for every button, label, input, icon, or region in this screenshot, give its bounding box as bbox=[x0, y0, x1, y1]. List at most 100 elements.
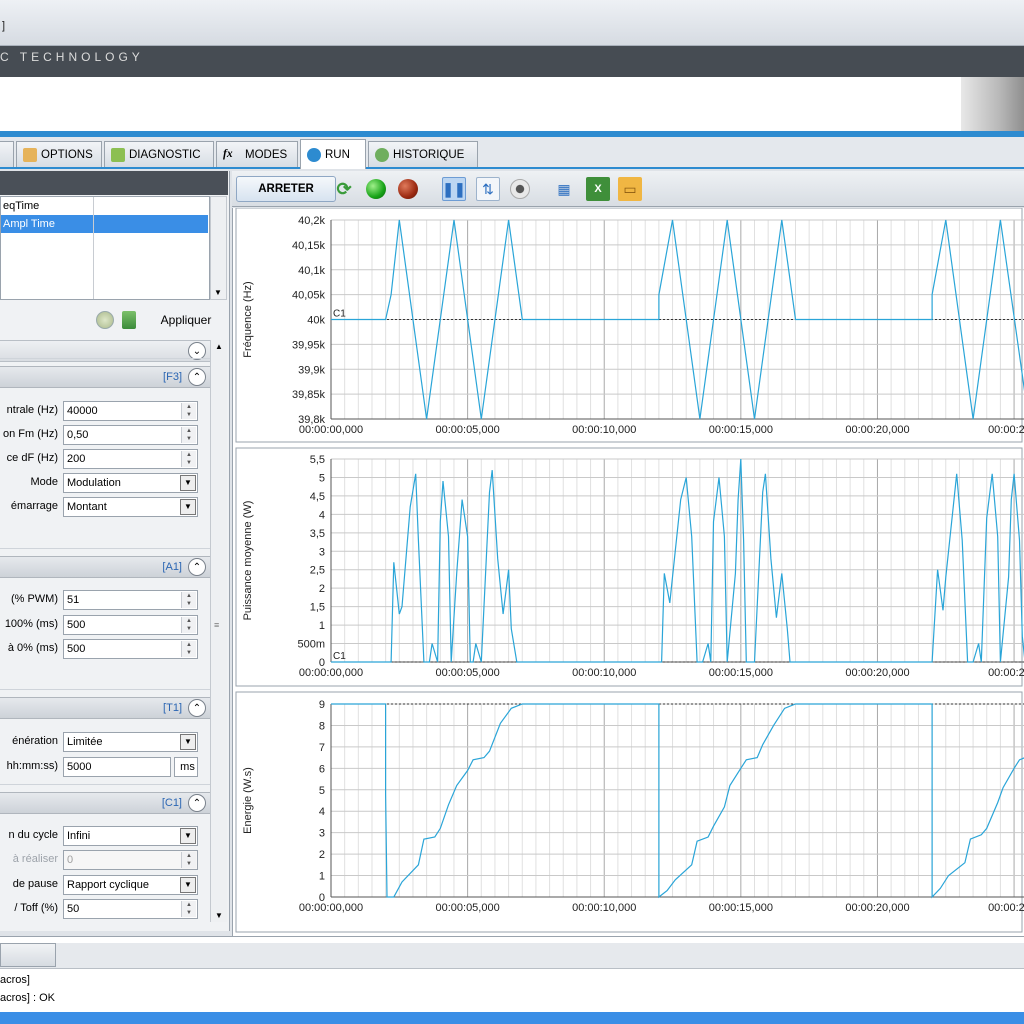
field-select[interactable]: Limitée ▼ bbox=[63, 732, 198, 752]
y-tick-label: 40,05k bbox=[292, 290, 326, 302]
collapse-icon[interactable]: ⌃ bbox=[188, 558, 206, 576]
log-tabbar bbox=[0, 943, 1024, 969]
chevron-down-icon[interactable]: ▼ bbox=[180, 475, 196, 491]
scroll-up-icon[interactable]: ▲ bbox=[215, 342, 223, 351]
field-label: émarrage bbox=[10, 500, 58, 512]
settings-scrollbar[interactable]: ▲ ≡ ▼ bbox=[210, 340, 227, 922]
list-item[interactable]: eqTime bbox=[1, 197, 208, 215]
record-icon[interactable] bbox=[508, 177, 532, 201]
sync-icon[interactable]: ⇅ bbox=[476, 177, 500, 201]
y-tick-label: 5,5 bbox=[310, 454, 325, 466]
chevron-down-icon[interactable]: ▼ bbox=[180, 499, 196, 515]
spinner-icon[interactable]: ▲ ▼ bbox=[181, 451, 196, 467]
chart-frame bbox=[235, 691, 1023, 933]
chevron-down-icon[interactable]: ▼ bbox=[180, 734, 196, 750]
field-input[interactable]: 51 ▲ ▼ bbox=[63, 590, 198, 610]
field-label: à 0% (ms) bbox=[7, 642, 58, 654]
reset-icon[interactable] bbox=[96, 311, 114, 329]
field-value: Limitée bbox=[67, 736, 103, 748]
field-input[interactable]: 40000 ▲ ▼ bbox=[63, 401, 198, 421]
settings-group-header: [C1] ⌃ bbox=[0, 792, 210, 814]
field-value: 500 bbox=[67, 643, 86, 655]
chevron-down-icon[interactable]: ▼ bbox=[180, 877, 196, 893]
history-icon bbox=[375, 147, 389, 162]
power-icon bbox=[307, 147, 321, 162]
y-tick-label: 5 bbox=[319, 785, 325, 797]
y-tick-label: 4 bbox=[319, 806, 325, 818]
spinner-icon[interactable]: ▲ ▼ bbox=[181, 852, 196, 868]
spinner-icon[interactable]: ▲ ▼ bbox=[181, 427, 196, 443]
excel-icon[interactable]: X bbox=[586, 177, 610, 201]
field-select[interactable]: Infini ▼ bbox=[63, 826, 198, 846]
tab-options[interactable]: OPTIONS bbox=[16, 141, 102, 167]
collapse-icon[interactable]: ⌃ bbox=[188, 794, 206, 812]
y-tick-label: 500m bbox=[297, 639, 325, 651]
banner-image bbox=[961, 77, 1024, 131]
field-input[interactable]: 50 ▲ ▼ bbox=[63, 899, 198, 919]
tab-diagnostic[interactable]: DIAGNOSTIC bbox=[104, 141, 214, 167]
field-select[interactable]: Modulation ▼ bbox=[63, 473, 198, 493]
folder-icon[interactable]: ▭ bbox=[618, 177, 642, 201]
field-value: 0 bbox=[67, 854, 74, 866]
group-separator bbox=[0, 784, 210, 785]
field-input[interactable]: 5000 bbox=[63, 757, 171, 777]
status-bar bbox=[0, 1012, 1024, 1024]
collapse-icon[interactable]: ⌃ bbox=[188, 368, 206, 386]
spinner-icon[interactable]: ▲ ▼ bbox=[181, 617, 196, 633]
tab-first[interactable] bbox=[0, 141, 14, 167]
field-label: à réaliser bbox=[12, 853, 58, 865]
chevron-down-icon[interactable]: ▼ bbox=[180, 828, 196, 844]
download-icon[interactable] bbox=[122, 311, 136, 329]
charts-area: 39,8k 39,85k 39,9k 39,95k 40k 40,05k 40,1k 40,1… bbox=[232, 207, 1024, 936]
field-value: Rapport cyclique bbox=[67, 879, 149, 891]
log-line: acros] : OK bbox=[0, 992, 56, 1004]
diagnostic-icon bbox=[111, 147, 125, 162]
refresh-icon[interactable]: ⟳ bbox=[332, 177, 356, 201]
y-tick-label: 40k bbox=[307, 315, 325, 327]
tab-run[interactable]: RUN bbox=[300, 139, 366, 169]
field-input[interactable]: 500 ▲ ▼ bbox=[63, 639, 198, 659]
spinner-icon[interactable]: ▲ ▼ bbox=[181, 403, 196, 419]
field-input: 0 ▲ ▼ bbox=[63, 850, 198, 870]
spinner-icon[interactable]: ▲ ▼ bbox=[181, 901, 196, 917]
scroll-down-icon[interactable]: ▼ bbox=[214, 288, 222, 297]
y-tick-label: 40,2k bbox=[298, 215, 325, 227]
green-led-icon[interactable] bbox=[364, 177, 388, 201]
export-icon[interactable]: ▦ bbox=[552, 177, 576, 201]
field-value: 0,50 bbox=[67, 429, 89, 441]
scroll-grip-icon[interactable]: ≡ bbox=[214, 620, 219, 630]
field-input[interactable]: 0,50 ▲ ▼ bbox=[63, 425, 198, 445]
scroll-down-icon[interactable]: ▼ bbox=[215, 911, 223, 920]
tab-modes[interactable]: fx MODES bbox=[216, 141, 298, 167]
list-column-divider bbox=[93, 197, 94, 299]
settings-group-header: [A1] ⌃ bbox=[0, 556, 210, 578]
field-label: Mode bbox=[30, 476, 58, 488]
field-label: 100% (ms) bbox=[4, 618, 58, 630]
tab-historique[interactable]: HISTORIQUE bbox=[368, 141, 478, 167]
apply-button[interactable]: Appliquer bbox=[150, 310, 222, 330]
field-input[interactable]: 200 ▲ ▼ bbox=[63, 449, 198, 469]
list-scrollbar[interactable]: ▼ bbox=[210, 196, 227, 300]
collapse-icon[interactable]: ⌃ bbox=[188, 699, 206, 717]
y-tick-label: 3 bbox=[319, 546, 325, 558]
log-tab[interactable] bbox=[0, 943, 56, 967]
y-tick-label: 5 bbox=[319, 472, 325, 484]
stop-button[interactable]: ARRETER bbox=[236, 176, 336, 202]
field-value: 50 bbox=[67, 903, 80, 915]
field-input[interactable]: 500 ▲ ▼ bbox=[63, 615, 198, 635]
y-tick-label: 4,5 bbox=[310, 491, 325, 503]
y-axis-label: Energie (W.s) bbox=[242, 767, 254, 834]
field-select[interactable]: Montant ▼ bbox=[63, 497, 198, 517]
field-value: 500 bbox=[67, 619, 86, 631]
red-led-icon[interactable] bbox=[396, 177, 420, 201]
sequence-list[interactable]: eqTime Ampl Time bbox=[0, 196, 210, 300]
pause-icon[interactable]: ❚❚ bbox=[442, 177, 466, 201]
field-select[interactable]: Rapport cyclique ▼ bbox=[63, 875, 198, 895]
field-value: Infini bbox=[67, 830, 91, 842]
x-tick-label: 00:00:00,000 bbox=[299, 424, 363, 436]
list-item-selected[interactable]: Ampl Time bbox=[1, 215, 208, 233]
settings-group-header: [T1] ⌃ bbox=[0, 697, 210, 719]
spinner-icon[interactable]: ▲ ▼ bbox=[181, 641, 196, 657]
y-tick-label: 3 bbox=[319, 828, 325, 840]
spinner-icon[interactable]: ▲ ▼ bbox=[181, 592, 196, 608]
